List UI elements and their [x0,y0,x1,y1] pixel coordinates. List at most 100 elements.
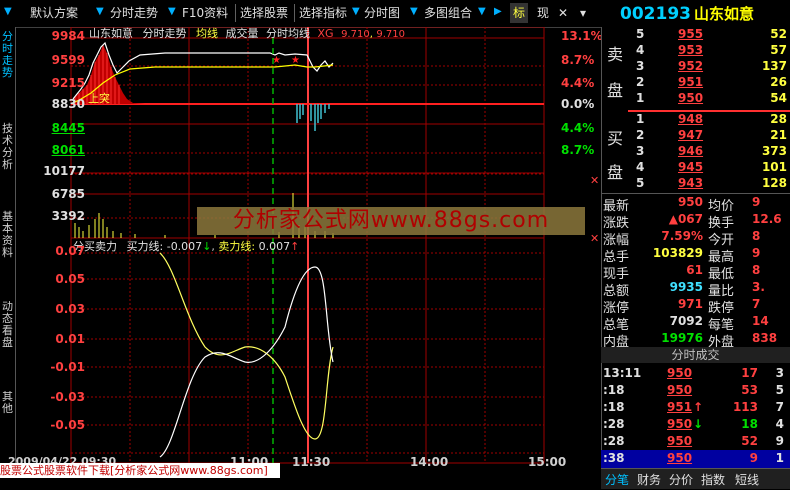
trade-count: 3 [775,366,784,380]
stat-value: 19976 [661,331,703,345]
tab-fundamentals[interactable]: 基本资料 [1,211,14,259]
order-price: 950 [678,91,704,105]
indicator-label: 0.07 [55,244,85,258]
xg-value-2: 9.710 [376,29,406,40]
now-button[interactable]: 现 [537,3,549,23]
trade-count: 9 [775,434,784,448]
chart-dropdown-icon[interactable]: ▼ [352,6,360,17]
price-label: 9599 [51,53,85,67]
scheme-dropdown-icon[interactable]: ▼ [4,6,12,17]
order-volume: 52 [770,27,787,41]
tab-dynamic[interactable]: 动态看盘 [1,301,14,349]
trade-row[interactable]: :38 950 9 1 [601,450,790,468]
buy-line-value: -0.007 [166,240,203,253]
tab-short[interactable]: 短线 [735,471,759,488]
orderbook-row[interactable]: 5 943 128 [602,176,790,192]
tab-technical[interactable]: 技术分析 [1,123,14,171]
order-volume: 101 [761,160,787,174]
tab-index[interactable]: 指数 [701,471,725,488]
percent-label: 8.7% [561,53,595,67]
multi-chart-button[interactable]: 多图组合 [424,3,472,23]
orderbook-row[interactable]: 4 945 101 [602,160,790,176]
trade-row[interactable]: :18 950 53 5 [601,382,790,400]
trade-price: 950 [667,451,693,465]
stat-value: 9935 [669,280,703,294]
order-price: 946 [678,144,704,158]
pick-stock-button[interactable]: 选择股票 [240,3,288,23]
extra-dropdown-2-icon[interactable]: ▶ [494,6,502,17]
tab-finance[interactable]: 财务 [637,471,661,488]
percent-label: 8.7% [561,143,595,157]
f10-button[interactable]: F10资料 [182,3,228,23]
trade-count: 1 [775,451,784,465]
multi-dropdown-icon[interactable]: ▼ [410,6,418,17]
orderbook-row[interactable]: 3 946 373 [602,144,790,160]
xg-label: XG [317,27,334,40]
orderbook-row[interactable]: 4 953 57 [602,43,790,59]
chart-view-label: 分时走势 [142,27,187,40]
f10-dropdown-icon[interactable]: ▼ [168,6,176,17]
order-price: 947 [678,128,704,142]
default-scheme-button[interactable]: 默认方案 [30,3,78,23]
dropdown-icon[interactable]: ▾ [580,3,586,23]
indicator-label: -0.05 [50,418,85,432]
orderbook-row[interactable]: 3 952 137 [602,59,790,75]
trade-count: 5 [775,383,784,397]
stat-row: 最新 950 均价 9 [602,195,790,214]
vol-label: 3392 [51,209,85,223]
trade-count: 7 [775,400,784,414]
chart-stock-name: 山东如意 [89,27,133,40]
tab-price-dist[interactable]: 分价 [669,471,693,488]
order-price: 951 [678,75,704,89]
stat-value: 838 [752,331,778,345]
stat-value: 14 [752,314,769,328]
trade-row[interactable]: :28 950 52 9 [601,433,790,451]
orderbook-row[interactable]: 1 950 54 [602,91,790,107]
orderbook-row[interactable]: 1 948 28 [602,112,790,128]
order-volume: 26 [770,75,787,89]
stat-row: 总额 9935 量比 3. [602,280,790,299]
level: 3 [636,144,645,158]
close-panel-icon[interactable]: ✕ [590,232,599,245]
sell-line-value: 0.007 [258,240,291,253]
trade-row[interactable]: :28 950 ↓ 18 4 [601,416,790,434]
trade-row[interactable]: :18 951 ↑ 113 7 [601,399,790,417]
tab-other[interactable]: 其他 [1,391,14,415]
tab-ticks[interactable]: 分笔 [605,471,629,488]
level: 2 [636,75,645,89]
mark-button[interactable]: 标 [510,3,529,23]
close-panel-icon[interactable]: ✕ [590,174,599,187]
trade-time: :38 [603,451,625,465]
stat-row: 总笔 7092 每笔 14 [602,314,790,333]
intraday-chart[interactable]: ★ ★ 山东如意 分时走势 均线 成交量 分时均线 XG 9.710, 9.71… [15,27,603,467]
percent-label: 4.4% [561,121,595,135]
stat-value: 103829 [652,246,703,260]
time-label: 14:00 [410,455,449,469]
toolbar: ▼ 默认方案 ▼ 分时走势 ▼ F10资料 选择股票 选择指标 ▼ 分时图 ▼ … [0,0,790,28]
intraday-dropdown-icon[interactable]: ▼ [96,6,104,17]
tab-intraday[interactable]: 分时走势 [1,31,14,79]
orderbook-row[interactable]: 2 947 21 [602,128,790,144]
close-icon[interactable]: ✕ [558,3,568,23]
stat-row: 涨幅 7.59% 今开 8 [602,229,790,248]
orderbook-row[interactable]: 5 955 52 [602,27,790,43]
stat-value: ▲067 [668,212,703,226]
footer-banner[interactable]: 股票公式股票软件下载[分析家公式网www.88gs.com] [0,463,280,478]
trade-volume: 113 [732,400,758,414]
trades-header: 分时成交 [601,347,790,363]
indicator-label: 0.03 [55,302,85,316]
indicator-header: 分买卖力 买力线: -0.007↓, 卖力线: 0.007↑ [73,240,300,253]
orderbook-row[interactable]: 2 951 26 [602,75,790,91]
stat-value: 950 [677,195,703,209]
extra-dropdown-icon[interactable]: ▼ [478,6,486,17]
stat-row: 涨跌 ▲067 换手 12.6 [602,212,790,231]
intraday-chart-button[interactable]: 分时图 [364,3,400,23]
level: 5 [636,176,645,190]
order-volume: 21 [770,128,787,142]
stat-value: 8 [752,263,761,277]
pick-indicator-button[interactable]: 选择指标 [299,3,347,23]
percent-label: 4.4% [561,76,595,90]
trade-row[interactable]: 13:11 950 17 3 [601,365,790,383]
stock-name: 山东如意 [693,5,754,23]
intraday-button[interactable]: 分时走势 [110,3,158,23]
